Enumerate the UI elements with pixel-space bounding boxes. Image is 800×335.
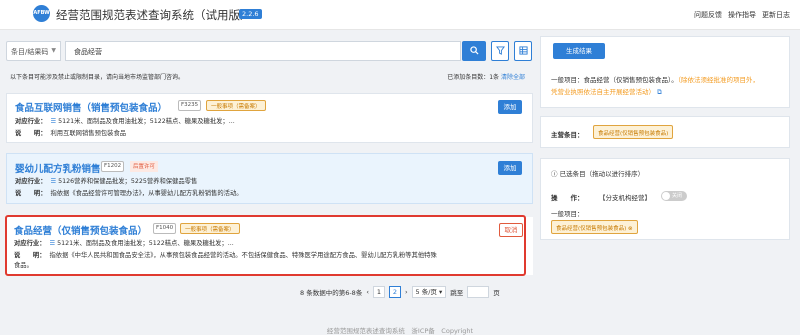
page-unit: 页 [493,289,500,297]
general-item-label: 一般项目： [551,76,584,84]
result-title[interactable]: 食品互联网销售（销售预包装食品） [15,100,167,114]
search-row: 条目/结果码 ▼ 食品经营 [6,41,533,61]
general-item-note-1: （除依法须经批准的项目外， [677,76,759,84]
page-size-select[interactable]: 5 条/页 ▾ [411,286,447,298]
info-icon: ⓘ [551,170,560,178]
search-scope-select[interactable]: 条目/结果码 ▼ [6,41,61,61]
grid-icon [518,46,528,55]
page-1-button[interactable]: 1 [372,286,385,298]
branch-operation-toggle[interactable]: 关闭 [661,191,687,201]
result-card-2: 婴幼儿配方乳粉销售 F1202 后置许可 添加 对应行业： ☰ 5126营养和保健… [6,153,533,204]
selected-item-text: 食品经营(仅销售预包装食品) [556,226,627,232]
jump-page-input[interactable] [467,286,490,298]
jump-label: 跳至 [450,289,464,297]
changelog-link[interactable]: 更新日志 [762,10,790,20]
pagination: 8 条数据中的第6-8条 ‹ 1 2 › 5 条/页 ▾ 跳至 页 [300,285,500,299]
selected-item-chip[interactable]: 食品经营(仅销售预包装食品) ⊗ [551,220,638,234]
next-page-button[interactable]: › [405,288,408,296]
selected-items-label: 已选条目（拖动以进行排序） [559,170,645,178]
added-count: 已添加条目数：1条 清除全部 [447,72,525,81]
industry-label: 对应行业： [15,118,47,125]
toggle-text: 关闭 [672,193,683,199]
chevron-down-icon: ▾ [439,288,443,296]
general-item-note-2: 凭营业执照依法自主开展经营活动） ⧉ [551,86,662,97]
filter-icon [495,46,505,55]
toggle-knob [662,192,670,200]
result-type-tag: 后置许可 [130,161,159,172]
general-item-line: 一般项目：食品经营（仅销售预包装食品）。（除依法须经批准的项目外， [551,74,759,84]
search-scope-value: 条目/结果码 [11,48,49,56]
general-item-note-text: 凭营业执照依法自主开展经营活动） [551,88,655,96]
list-icon: ☰ [50,118,59,125]
selected-items-panel: ⓘ 已选条目（拖动以进行排序） 操 作： 【分支机构经营】 关闭 一般项目： 食… [540,158,790,240]
chevron-down-icon: ▼ [51,47,56,54]
top-links: 问题反馈 操作指导 更新日志 [694,10,790,20]
general-item-value: 食品经营（仅销售预包装食品）。 [583,76,678,84]
added-count-text: 已添加条目数：1条 [447,74,500,81]
search-input[interactable]: 食品经营 [65,41,461,61]
grid-view-button[interactable] [514,41,532,61]
prev-page-button[interactable]: ‹ [366,288,369,296]
clear-all-link[interactable]: 清除全部 [501,74,525,81]
description-value: 指依据《食品经营许可管理办法》，从事婴幼儿配方乳粉销售的活动。 [50,190,243,197]
top-bar: AFBW 经营范围规范表述查询系统（试用版） 2.2.6 问题反馈 操作指导 更… [0,0,800,30]
result-panel: 生成结果 一般项目：食品经营（仅销售预包装食品）。（除依法须经批准的项目外， 凭… [540,36,790,108]
industry-value: 5121米、面制品及食用油批发；5122糕点、糖果及糖批发；... [58,118,235,125]
operation-value: 【分支机构经营】 [599,194,651,202]
industry-row: 对应行业： ☰ 5126营养和保健品批发；5225营养和保健品零售 [15,176,197,185]
add-button[interactable]: 添加 [498,100,522,114]
result-card-1: 食品互联网销售（销售预包装食品） F3235 一般事项（需备案） 添加 对应行业… [6,93,533,143]
guide-link[interactable]: 操作指导 [728,10,756,20]
restriction-notice: 以下条目可能涉及禁止或限制目录，请向当地市场监管部门咨询。 [10,74,185,81]
selected-items-header: ⓘ 已选条目（拖动以进行排序） [551,168,644,178]
version-badge: 2.2.6 [239,9,262,19]
result-code: F3235 [178,100,202,111]
result-type-tag: 一般事项（需备案） [206,100,266,111]
description-value: 利用互联网销售预包装食品 [50,130,127,137]
footer: 经营范围规范表述查询系统 浙ICP备 Copyright [326,327,474,335]
copy-icon[interactable]: ⧉ [657,88,662,96]
description-row: 说 明： 利用互联网销售预包装食品 [15,128,126,137]
add-button[interactable]: 添加 [498,161,522,175]
notice-bar: 以下条目可能涉及禁止或限制目录，请向当地市场监管部门咨询。 已添加条目数：1条 … [6,68,533,82]
pagination-summary: 8 条数据中的第6-8条 [300,289,363,297]
description-row: 说 明： 指依据《食品经营许可管理办法》，从事婴幼儿配方乳粉销售的活动。 [15,188,243,197]
main-item-panel: 主营条目： 食品经营(仅销售预包装食品) [540,116,790,148]
page-2-button[interactable]: 2 [388,286,401,298]
page-size-value: 5 条/页 [415,288,437,296]
feedback-link[interactable]: 问题反馈 [694,10,722,20]
result-title[interactable]: 婴幼儿配方乳粉销售 [15,161,101,175]
industry-row: 对应行业： ☰ 5121米、面制品及食用油批发；5122糕点、糖果及糖批发；... [15,116,235,125]
search-button[interactable] [462,41,486,61]
selection-highlight [5,215,526,276]
list-icon: ☰ [50,178,59,185]
generate-result-button[interactable]: 生成结果 [553,43,605,59]
industry-label: 对应行业： [15,178,47,185]
result-code: F1202 [101,161,125,172]
search-icon [469,46,479,55]
main-item-label: 主营条目： [551,131,584,139]
operation-label: 操 作： [551,194,584,202]
app-logo: AFBW [33,5,50,22]
description-label: 说 明： [15,190,47,197]
description-label: 说 明： [15,130,47,137]
industry-value: 5126营养和保健品批发；5225营养和保健品零售 [58,178,198,185]
close-icon[interactable]: ⊗ [628,226,633,232]
app-title: 经营范围规范表述查询系统（试用版） [56,8,252,22]
general-items-label: 一般项目： [551,210,584,218]
filter-button[interactable] [491,41,509,61]
main-item-chip[interactable]: 食品经营(仅销售预包装食品) [593,125,674,139]
